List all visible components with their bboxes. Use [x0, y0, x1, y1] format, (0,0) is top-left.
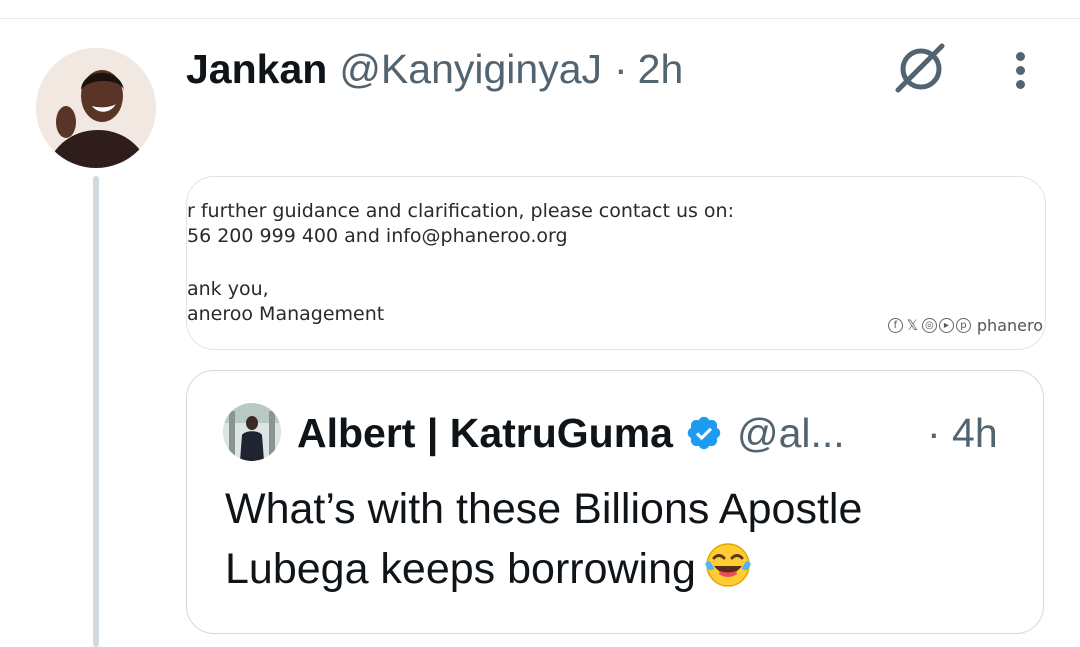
verified-badge-icon	[687, 416, 721, 450]
tweet-header: Jankan @KanyiginyaJ · 2h	[186, 40, 683, 98]
quoted-tweet-timestamp[interactable]: · 4h	[927, 405, 998, 461]
top-divider	[0, 18, 1080, 19]
social-brand: phanero	[976, 316, 1043, 335]
quoted-author-name[interactable]: Albert | KatruGuma	[297, 410, 673, 457]
tweet-timestamp[interactable]: 2h	[638, 46, 684, 93]
thread-connector-line	[93, 176, 99, 647]
header-separator: ·	[614, 45, 628, 92]
quoted-author-avatar[interactable]	[223, 403, 281, 461]
document-text: r further guidance and clarification, pl…	[187, 195, 734, 331]
author-avatar[interactable]	[36, 48, 156, 168]
quoted-tweet-text: What’s with these Billions Apostle Lubeg…	[225, 479, 1005, 599]
grok-icon[interactable]	[892, 40, 950, 98]
quoted-author-handle[interactable]: @al...	[737, 410, 845, 457]
instagram-icon: ◎	[921, 318, 937, 333]
author-handle[interactable]: @KanyiginyaJ	[339, 46, 602, 93]
face-with-tears-of-joy-emoji	[704, 543, 751, 587]
attached-image-card[interactable]: r further guidance and clarification, pl…	[186, 176, 1046, 350]
doc-line-4: aneroo Management	[187, 303, 385, 325]
quoted-tweet-header: Albert | KatruGuma @al...	[297, 405, 845, 461]
author-name[interactable]: Jankan	[186, 46, 327, 93]
x-icon: 𝕏	[906, 317, 919, 334]
quoted-tweet-body: What’s with these Billions Apostle Lubeg…	[225, 485, 863, 593]
quoted-tweet-card[interactable]: Albert | KatruGuma @al... · 4h What’s wi…	[186, 370, 1044, 634]
facebook-icon: f	[887, 318, 903, 333]
social-links-row: f 𝕏 ◎ ▸ p phanero	[887, 316, 1043, 335]
youtube-icon: ▸	[938, 318, 954, 333]
pinterest-icon: p	[955, 318, 971, 333]
more-dots-icon[interactable]	[1008, 48, 1032, 98]
